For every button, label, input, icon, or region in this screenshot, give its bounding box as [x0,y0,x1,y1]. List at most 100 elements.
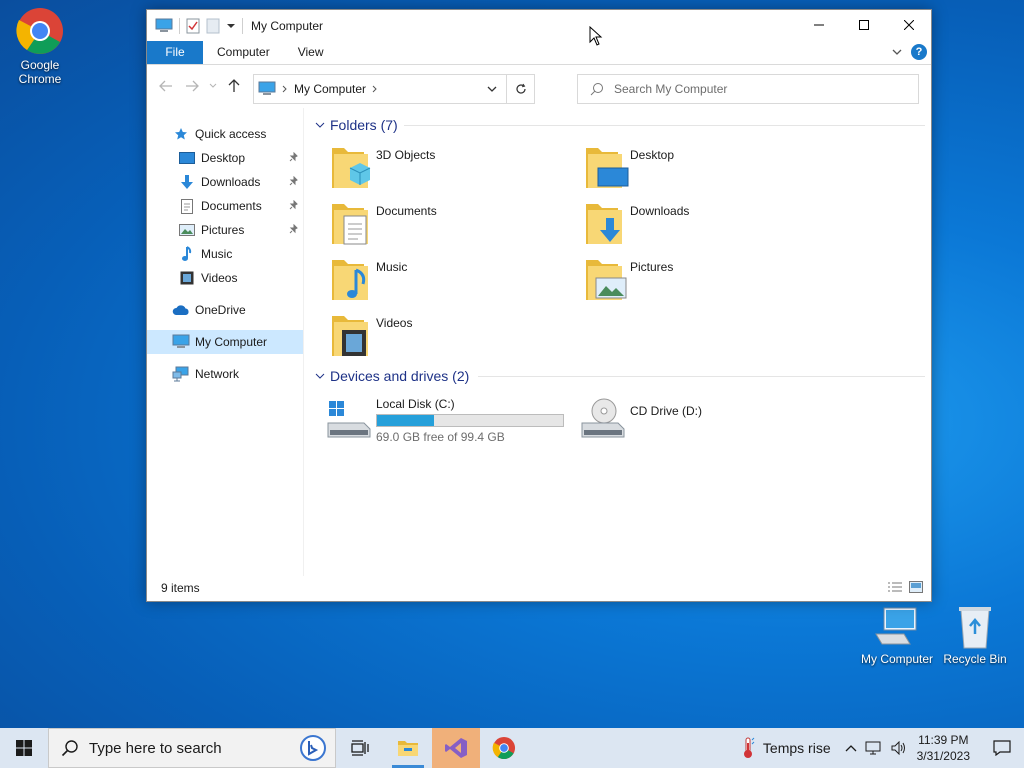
group-title: Devices and drives (2) [330,368,470,384]
up-button[interactable] [221,73,247,99]
weather-widget[interactable]: Temps rise [741,737,831,759]
nav-quick-access[interactable]: Quick access [147,122,303,146]
search-icon [61,740,78,757]
help-icon[interactable]: ? [911,44,927,60]
nav-onedrive[interactable]: OneDrive [147,298,303,322]
folder-name: Music [376,260,408,274]
folder-videos[interactable]: Videos [330,312,580,366]
tab-computer[interactable]: Computer [203,41,284,64]
taskbar-search-box[interactable]: Type here to search [48,728,336,768]
taskbar-visual-studio[interactable] [432,728,480,768]
folder-documents[interactable]: Documents [330,200,580,254]
desktop-icon-recycle-bin[interactable]: Recycle Bin [935,604,1015,666]
network-icon[interactable] [865,740,883,756]
chevron-down-icon [312,122,328,128]
bing-icon[interactable] [299,734,327,762]
address-bar[interactable]: My Computer [253,74,535,104]
nav-desktop[interactable]: Desktop [147,146,303,170]
task-view-button[interactable] [336,728,384,768]
address-history-button[interactable] [478,75,506,103]
properties-icon[interactable] [186,18,200,34]
toolbar-divider [179,17,180,34]
navigation-pane: Quick access Desktop Downloads Documents… [147,108,304,576]
folder-videos-icon [332,316,368,356]
folder-desktop[interactable]: Desktop [584,144,834,198]
nav-music[interactable]: Music [147,242,303,266]
volume-icon[interactable] [891,741,907,755]
chevron-down-icon[interactable] [226,21,236,31]
window-title: My Computer [251,18,324,33]
folders-group-header[interactable]: Folders (7) [312,114,398,136]
maximize-button[interactable] [841,10,886,40]
taskbar-chrome[interactable] [480,728,528,768]
desktop-icon-my-computer[interactable]: My Computer [857,604,937,666]
folder-downloads[interactable]: Downloads [584,200,834,254]
nav-label: My Computer [195,335,268,349]
nav-label: Videos [201,271,238,285]
content-area: Quick access Desktop Downloads Documents… [147,108,931,576]
pin-icon[interactable] [289,200,299,210]
chrome-icon [16,8,63,54]
chevron-right-icon [282,85,287,93]
large-icons-view-icon[interactable] [909,581,923,593]
nav-network[interactable]: Network [147,362,303,386]
breadcrumb-location[interactable]: My Computer [294,82,366,96]
nav-pictures[interactable]: Pictures [147,218,303,242]
drive-free-space: 69.0 GB free of 99.4 GB [376,430,505,444]
notifications-button[interactable] [980,728,1024,768]
desktop-icon-chrome[interactable]: Google Chrome [0,6,80,86]
tab-view[interactable]: View [284,41,338,64]
folder-pictures[interactable]: Pictures [584,256,834,310]
breadcrumb[interactable]: My Computer [254,81,478,97]
nav-videos[interactable]: Videos [147,266,303,290]
nav-label: Music [201,247,233,261]
nav-documents[interactable]: Documents [147,194,303,218]
details-view-icon[interactable] [887,581,903,593]
pin-icon[interactable] [289,224,299,234]
folder-name: Downloads [630,204,690,218]
ribbon-right: ? [891,44,927,60]
close-button[interactable] [886,10,931,40]
search-box[interactable]: Search My Computer [577,74,919,104]
folder-3d-objects-icon [332,148,371,188]
navigation-bar: My Computer Search My Computer [147,65,931,107]
download-arrow-icon [178,174,196,190]
expand-ribbon-icon[interactable] [891,46,903,58]
drive-local-disk-c[interactable]: Local Disk (C:) 69.0 GB free of 99.4 GB [326,395,576,449]
recent-locations-button[interactable] [205,73,221,99]
back-button[interactable] [153,73,179,99]
refresh-icon [515,83,526,94]
arrow-right-icon [186,80,199,92]
taskbar-search-input[interactable]: Type here to search [89,740,222,757]
chevron-up-icon[interactable] [845,744,857,752]
minimize-button[interactable] [796,10,841,40]
chevron-right-icon[interactable] [372,85,378,93]
nav-my-computer[interactable]: My Computer [147,330,303,354]
start-button[interactable] [0,728,48,768]
view-toggle [887,581,923,593]
arrow-up-icon [228,79,240,92]
star-icon [172,126,190,142]
new-folder-icon[interactable] [206,18,220,34]
forward-button[interactable] [179,73,205,99]
recycle-bin-icon [959,607,991,649]
picture-icon [178,222,196,238]
pin-icon[interactable] [289,152,299,162]
taskbar-file-explorer[interactable] [384,728,432,768]
search-input[interactable]: Search My Computer [614,82,727,96]
drive-cd-d[interactable]: CD Drive (D:) [580,395,830,449]
pin-icon[interactable] [289,176,299,186]
desktop-icon-label: Google [20,58,60,72]
title-bar[interactable]: My Computer [147,10,931,41]
refresh-button[interactable] [506,75,534,103]
drives-group-header[interactable]: Devices and drives (2) [312,365,469,387]
tab-file[interactable]: File [147,41,203,64]
folder-3d-objects[interactable]: 3D Objects [330,144,580,198]
minimize-icon [813,24,824,26]
nav-label: Downloads [201,175,261,189]
nav-downloads[interactable]: Downloads [147,170,303,194]
folder-music[interactable]: Music [330,256,580,310]
clock[interactable]: 11:39 PM 3/31/2023 [917,732,970,764]
weather-text: Temps rise [762,740,831,756]
search-icon [590,83,603,96]
